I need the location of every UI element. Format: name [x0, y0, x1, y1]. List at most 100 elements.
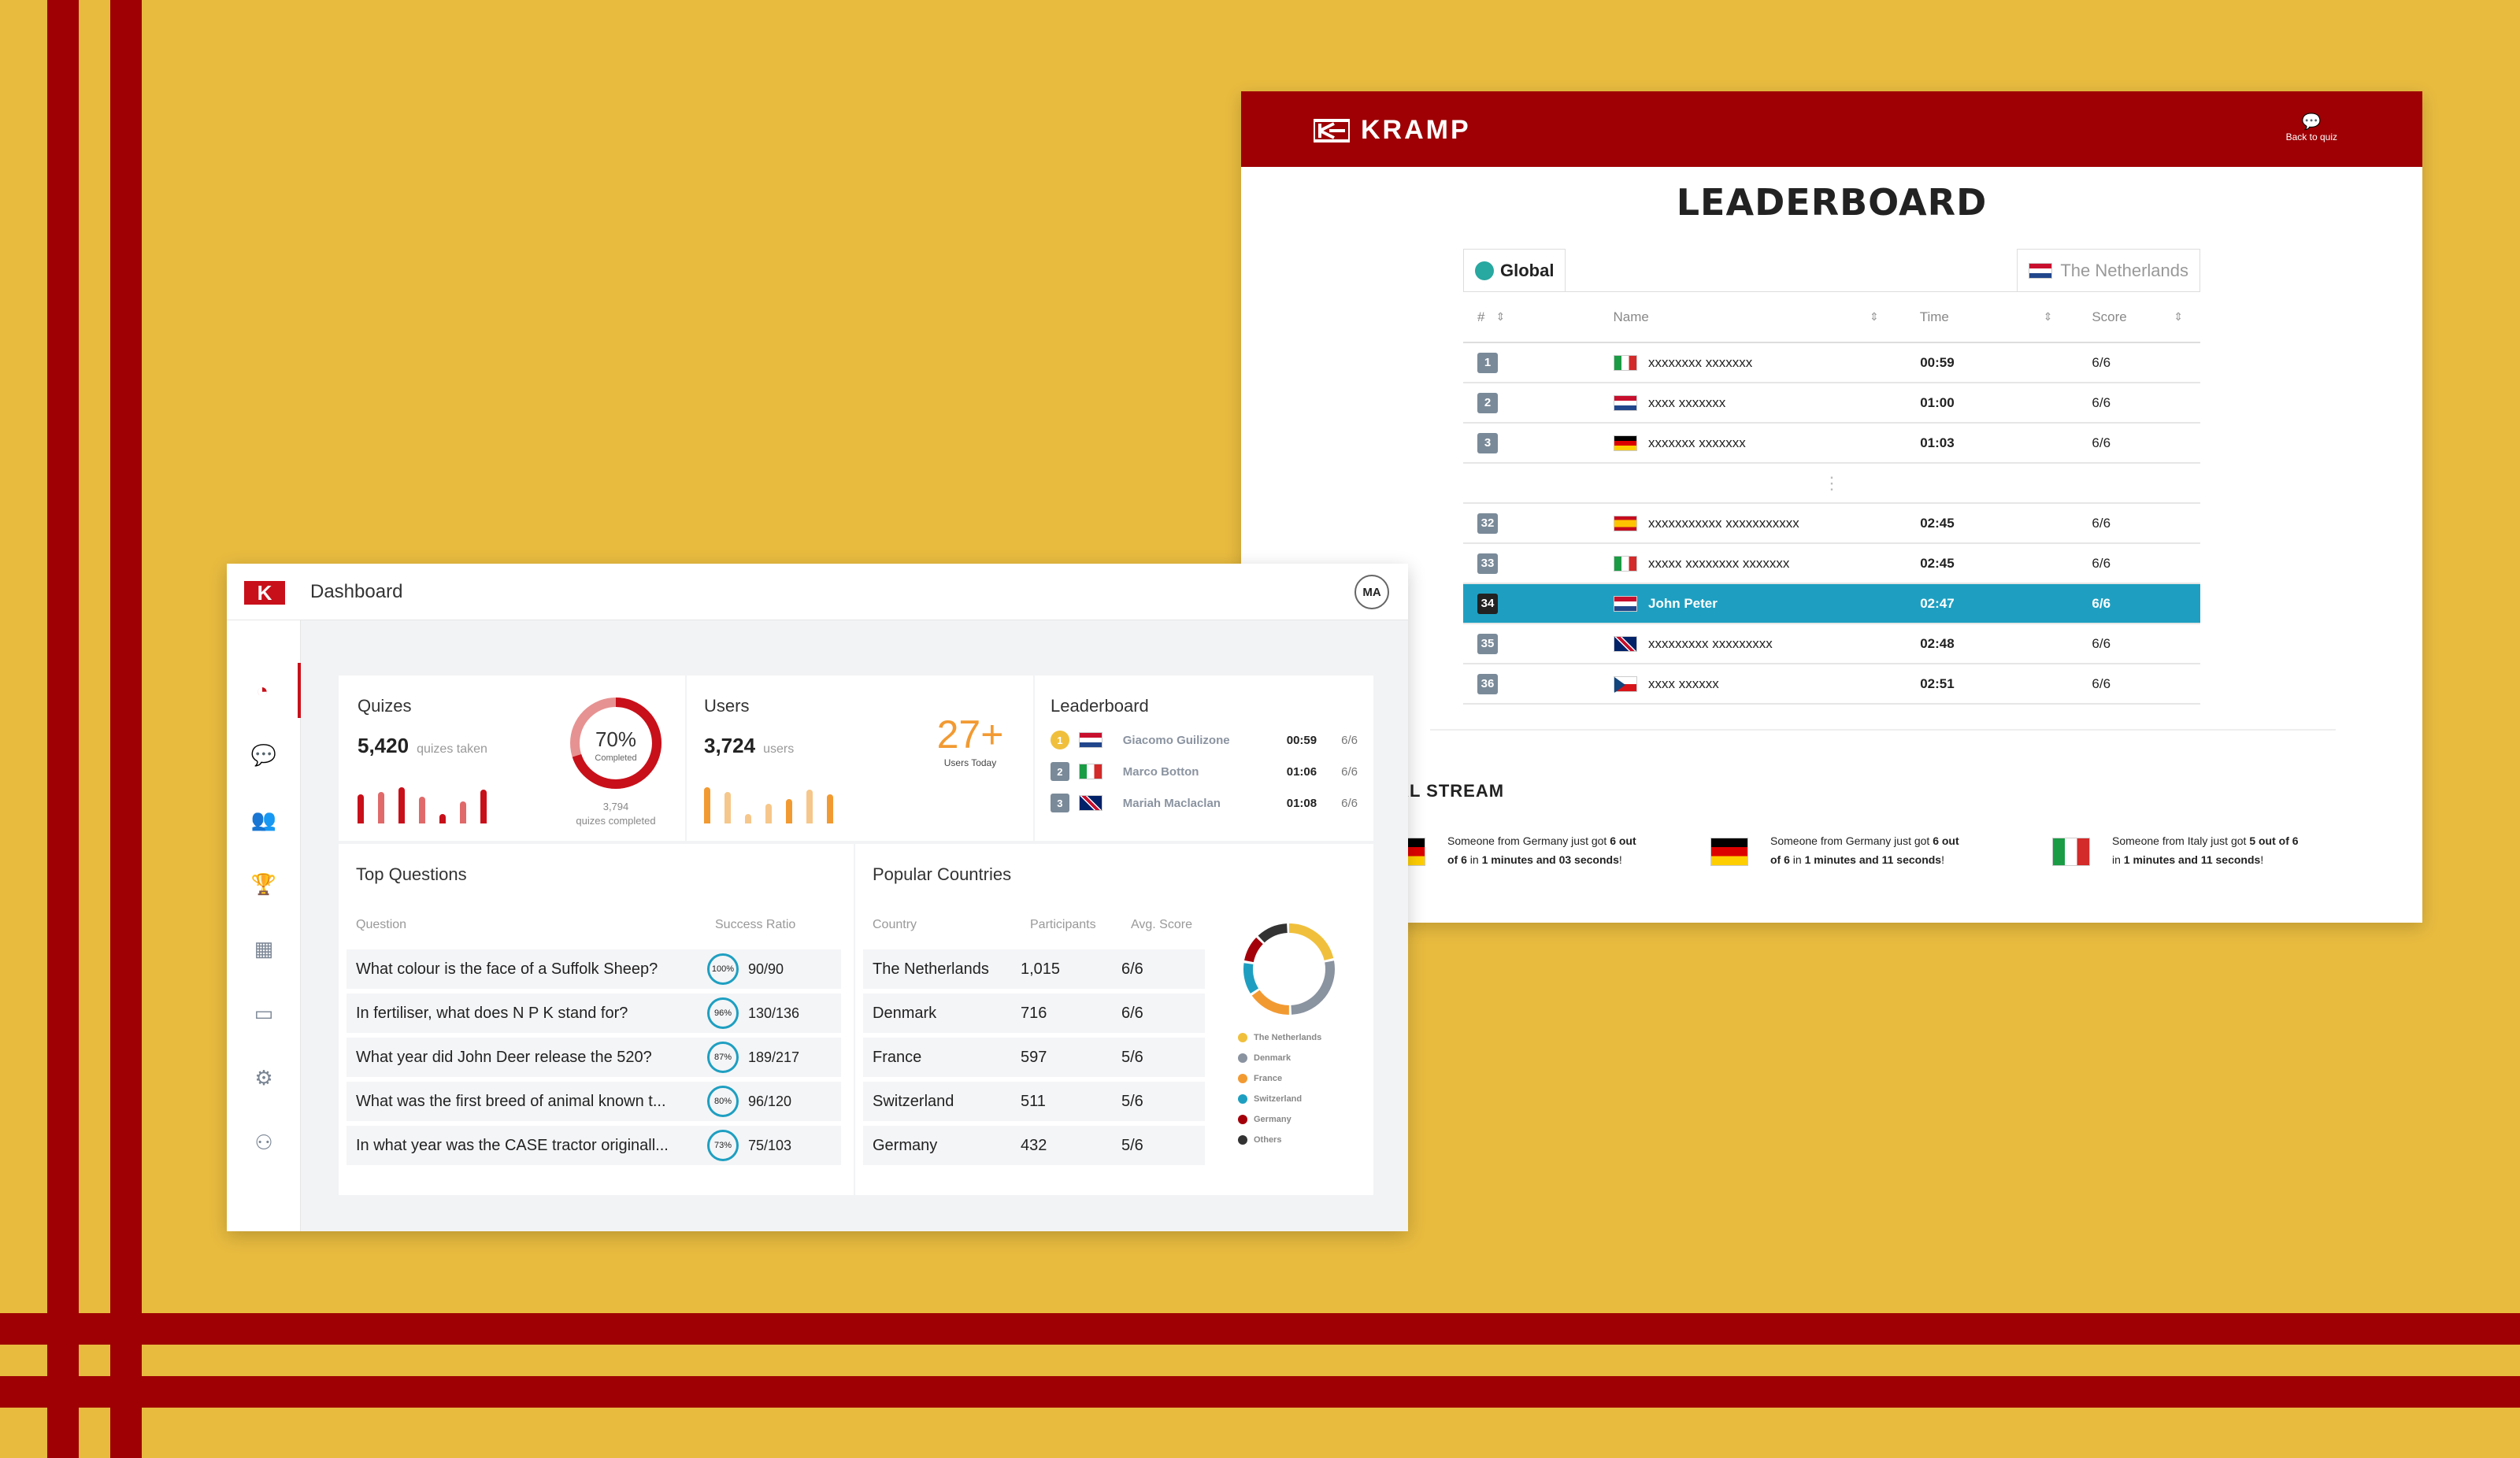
back-to-quiz-button[interactable]: 💬 Back to quiz: [2286, 112, 2337, 142]
popular-countries-card: Popular Countries Country Participants A…: [855, 844, 1373, 1195]
country-row[interactable]: France 597 5/6: [863, 1038, 1205, 1077]
player-score: 6/6: [1341, 796, 1358, 810]
stream-text-post: !: [1941, 853, 1944, 866]
table-row[interactable]: 3 xxxxxxx xxxxxxx 01:03 6/6: [1463, 424, 2200, 464]
col-name[interactable]: Name ⇕: [1614, 309, 1920, 325]
tab-label: Global: [1500, 260, 1555, 280]
col-question: Question: [356, 918, 407, 931]
users-today: 27+ Users Today: [931, 712, 1010, 768]
success-percent: 100%: [707, 953, 739, 985]
legend-dot: [1238, 1135, 1247, 1145]
leaderboard-row[interactable]: 2 Marco Botton 01:06 6/6: [1051, 762, 1358, 781]
count-unit: users: [763, 742, 795, 756]
participants: 1,015: [1021, 960, 1061, 978]
flag-icon: [1078, 764, 1102, 779]
tab-country[interactable]: The Netherlands: [2017, 249, 2200, 291]
table-row[interactable]: 35 xxxxxxxxx xxxxxxxxx 02:48 6/6: [1463, 624, 2200, 664]
country-row[interactable]: Denmark 716 6/6: [863, 994, 1205, 1033]
col-time[interactable]: Time ⇕: [1920, 309, 2092, 325]
avg-score: 5/6: [1121, 1048, 1143, 1066]
leaderboard-row[interactable]: 1 Giacomo Guilizone 00:59 6/6: [1051, 731, 1358, 749]
sidebar-item-users[interactable]: 👥: [227, 792, 301, 847]
country-row[interactable]: Switzerland 511 5/6: [863, 1082, 1205, 1121]
kramp-logo[interactable]: KRAMP: [1314, 115, 1471, 146]
bar: [460, 801, 466, 823]
card-title: Quizes: [358, 696, 412, 716]
col-rank[interactable]: # ⇕: [1477, 309, 1614, 325]
decor-stripe: [110, 0, 142, 1458]
legend-label: France: [1254, 1074, 1283, 1083]
player-name: Mariah Maclaclan: [1122, 796, 1221, 810]
kramp-logo-icon: [1314, 118, 1350, 142]
legend-label: Others: [1254, 1135, 1282, 1145]
table-row[interactable]: 36 xxxx xxxxxx 02:51 6/6: [1463, 664, 2200, 705]
rank-badge: 3: [1051, 794, 1069, 812]
table-row[interactable]: 1 xxxxxxxx xxxxxxx 00:59 6/6: [1463, 343, 2200, 383]
header-label: Name: [1613, 309, 1649, 324]
bar: [704, 786, 710, 823]
sidebar-item-trophy[interactable]: 🏆: [227, 857, 301, 912]
stream-time: 1 minutes and 11 seconds: [2123, 853, 2261, 866]
question-row[interactable]: What colour is the face of a Suffolk She…: [346, 949, 841, 989]
table-row[interactable]: 34 John Peter 02:47 6/6: [1463, 584, 2200, 624]
player-time: 01:06: [1286, 764, 1317, 779]
participants: 597: [1021, 1048, 1047, 1066]
player-score: 6/6: [2092, 515, 2111, 531]
question-text: What colour is the face of a Suffolk She…: [356, 960, 658, 978]
table-row[interactable]: 32 xxxxxxxxxxx xxxxxxxxxxx 02:45 6/6: [1463, 504, 2200, 544]
question-row[interactable]: In fertiliser, what does N P K stand for…: [346, 994, 841, 1033]
legend-label: The Netherlands: [1254, 1033, 1322, 1042]
stream-text-mid: in: [2112, 853, 2124, 866]
quizes-count: 5,420 quizes taken: [358, 734, 487, 758]
question-row[interactable]: In what year was the CASE tractor origin…: [346, 1126, 841, 1165]
header-label: Time: [1919, 309, 1949, 324]
country-row[interactable]: The Netherlands 1,015 6/6: [863, 949, 1205, 989]
bar: [378, 791, 384, 823]
leaderboard-header: KRAMP 💬 Back to quiz: [1241, 91, 2422, 167]
col-score[interactable]: Score ⇕: [2092, 309, 2200, 325]
country-name: The Netherlands: [873, 960, 989, 978]
table-row[interactable]: 33 xxxxx xxxxxxxx xxxxxxx 02:45 6/6: [1463, 544, 2200, 584]
col-ratio: Success Ratio: [715, 918, 796, 931]
sidebar-item-chat[interactable]: 💬: [227, 727, 301, 783]
sort-icon: ⇕: [1495, 310, 1506, 323]
globe-icon: [1475, 261, 1494, 280]
question-row[interactable]: What year did John Deer release the 520?…: [346, 1038, 841, 1077]
rows-gap: ⋮: [1463, 464, 2200, 504]
avatar[interactable]: MA: [1354, 575, 1389, 609]
trophy-icon: 🏆: [250, 871, 277, 896]
question-row[interactable]: What was the first breed of animal known…: [346, 1082, 841, 1121]
country-name: Denmark: [873, 1004, 937, 1022]
player-name: John Peter: [1647, 595, 1718, 611]
leaderboard-window: KRAMP 💬 Back to quiz LEADERBOARD Global …: [1241, 91, 2422, 923]
sort-icon: ⇕: [2043, 310, 2053, 323]
legend-item: The Netherlands: [1238, 1033, 1321, 1042]
sidebar-item-user-settings[interactable]: ⚇: [227, 1115, 301, 1170]
country-row[interactable]: Germany 432 5/6: [863, 1126, 1205, 1165]
question-text: In what year was the CASE tractor origin…: [356, 1136, 669, 1154]
success-percent: 87%: [707, 1042, 739, 1073]
player-name: xxxx xxxxxx: [1647, 675, 1719, 691]
kramp-logo[interactable]: K: [244, 581, 285, 605]
stream-score: 5 out of 6: [2249, 834, 2299, 847]
sidebar-item-dashboard[interactable]: ◔: [227, 663, 301, 718]
country-name: Switzerland: [873, 1092, 954, 1110]
completion-ring: 70% Completed: [570, 698, 662, 789]
sidebar-item-buildings[interactable]: ▦: [227, 921, 301, 976]
bar: [480, 789, 487, 823]
sidebar-item-id-card[interactable]: ▭: [227, 986, 301, 1041]
legend-dot: [1238, 1033, 1247, 1042]
legend-label: Denmark: [1254, 1053, 1292, 1063]
player-score: 6/6: [1341, 733, 1358, 747]
player-time: 02:45: [1920, 555, 1955, 571]
flag-icon: [1613, 515, 1637, 531]
legend-item: Switzerland: [1238, 1094, 1302, 1104]
leaderboard-row[interactable]: 3 Mariah Maclaclan 01:08 6/6: [1051, 794, 1358, 812]
player-score: 6/6: [2092, 635, 2111, 651]
sidebar-item-gear[interactable]: ⚙: [227, 1050, 301, 1105]
stream-text-pre: Someone from Germany just got: [1447, 834, 1610, 847]
header-label: #: [1477, 309, 1485, 324]
tab-global[interactable]: Global: [1463, 249, 1566, 291]
table-row[interactable]: 2 xxxx xxxxxxx 01:00 6/6: [1463, 383, 2200, 424]
users-icon: 👥: [250, 807, 277, 831]
